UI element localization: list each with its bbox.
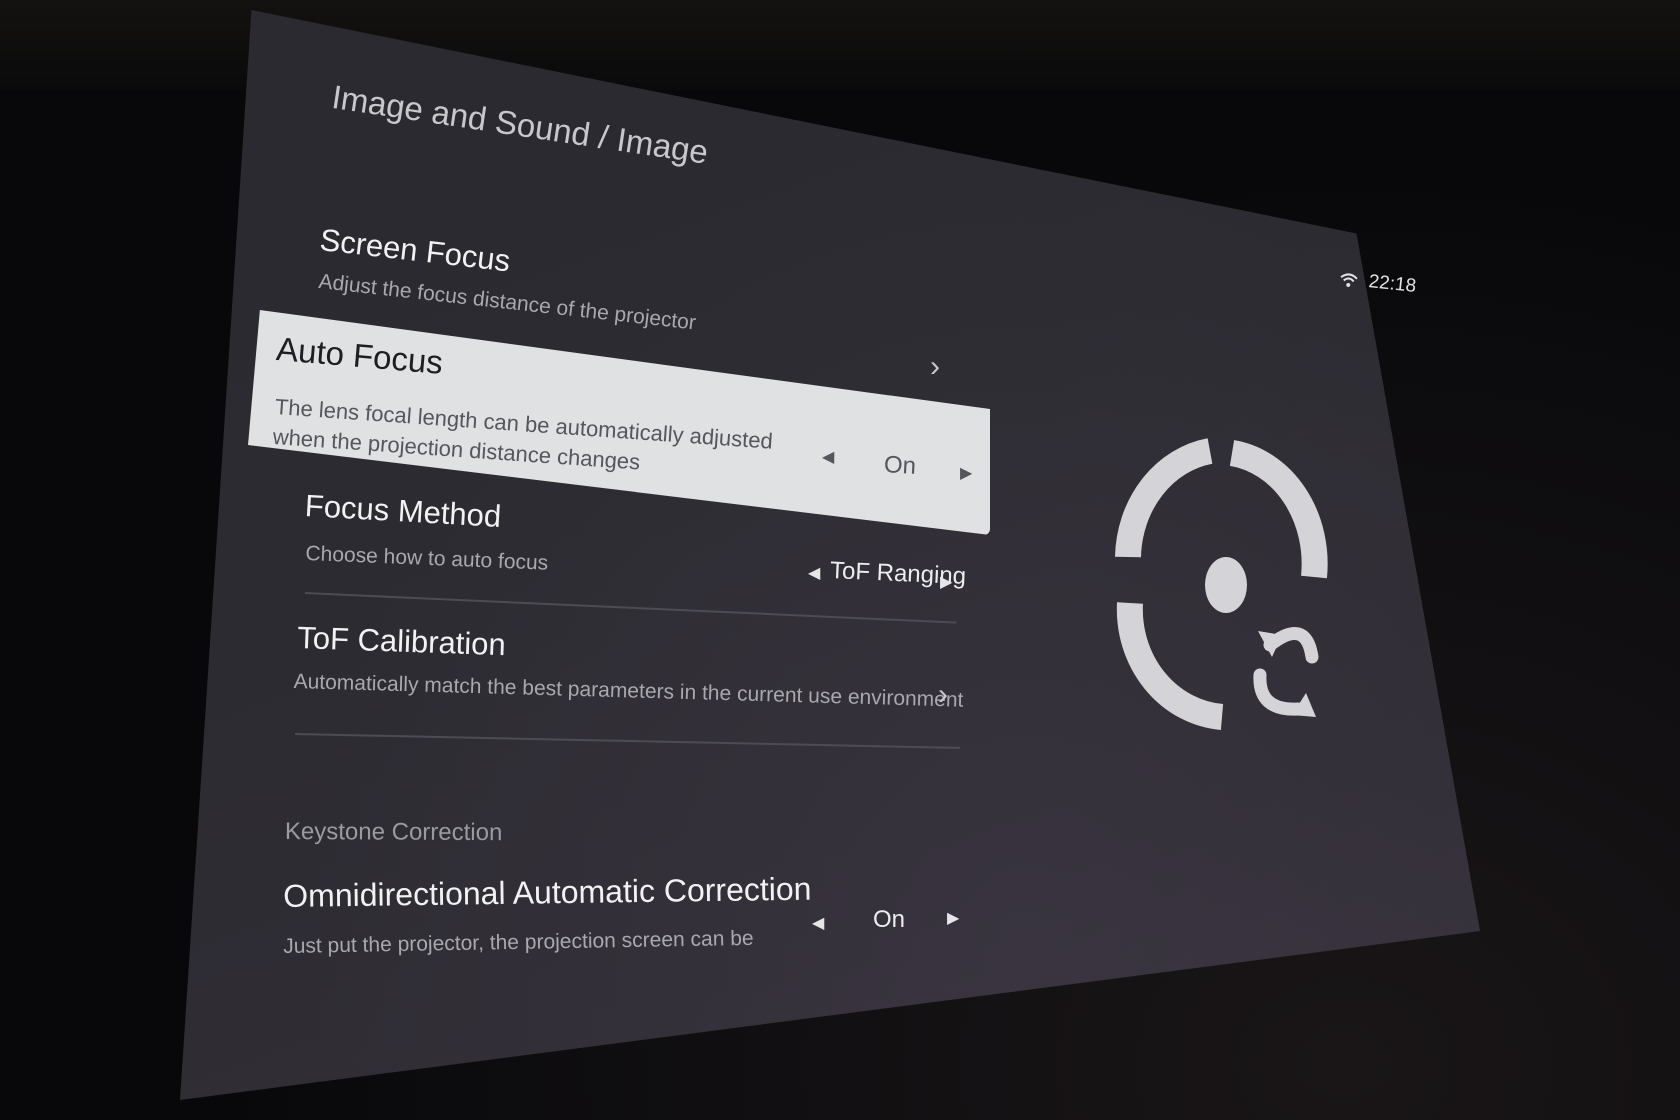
triangle-right-icon[interactable]: ▶ <box>947 908 959 928</box>
triangle-left-icon[interactable]: ◀ <box>812 913 824 933</box>
triangle-left-icon[interactable]: ◀ <box>822 447 834 467</box>
triangle-right-icon[interactable]: ▶ <box>960 463 972 483</box>
photo-scene: Image and Sound / Image 22:18 Screen Foc… <box>0 0 1680 1120</box>
omnidirectional-correction-title[interactable]: Omnidirectional Automatic Correction <box>283 871 812 915</box>
chevron-right-icon[interactable]: › <box>938 678 948 712</box>
wifi-icon <box>1338 271 1360 289</box>
chevron-right-icon[interactable]: › <box>930 350 940 384</box>
keystone-section-label: Keystone Correction <box>284 818 503 847</box>
auto-focus-value: On <box>883 451 917 480</box>
triangle-left-icon[interactable]: ◀ <box>808 563 820 583</box>
auto-focus-target-icon <box>1110 435 1350 755</box>
tof-calibration-title[interactable]: ToF Calibration <box>297 620 507 663</box>
triangle-right-icon[interactable]: ▶ <box>940 572 952 592</box>
clock: 22:18 <box>1367 271 1418 297</box>
omnidirectional-correction-value: On <box>873 906 906 933</box>
